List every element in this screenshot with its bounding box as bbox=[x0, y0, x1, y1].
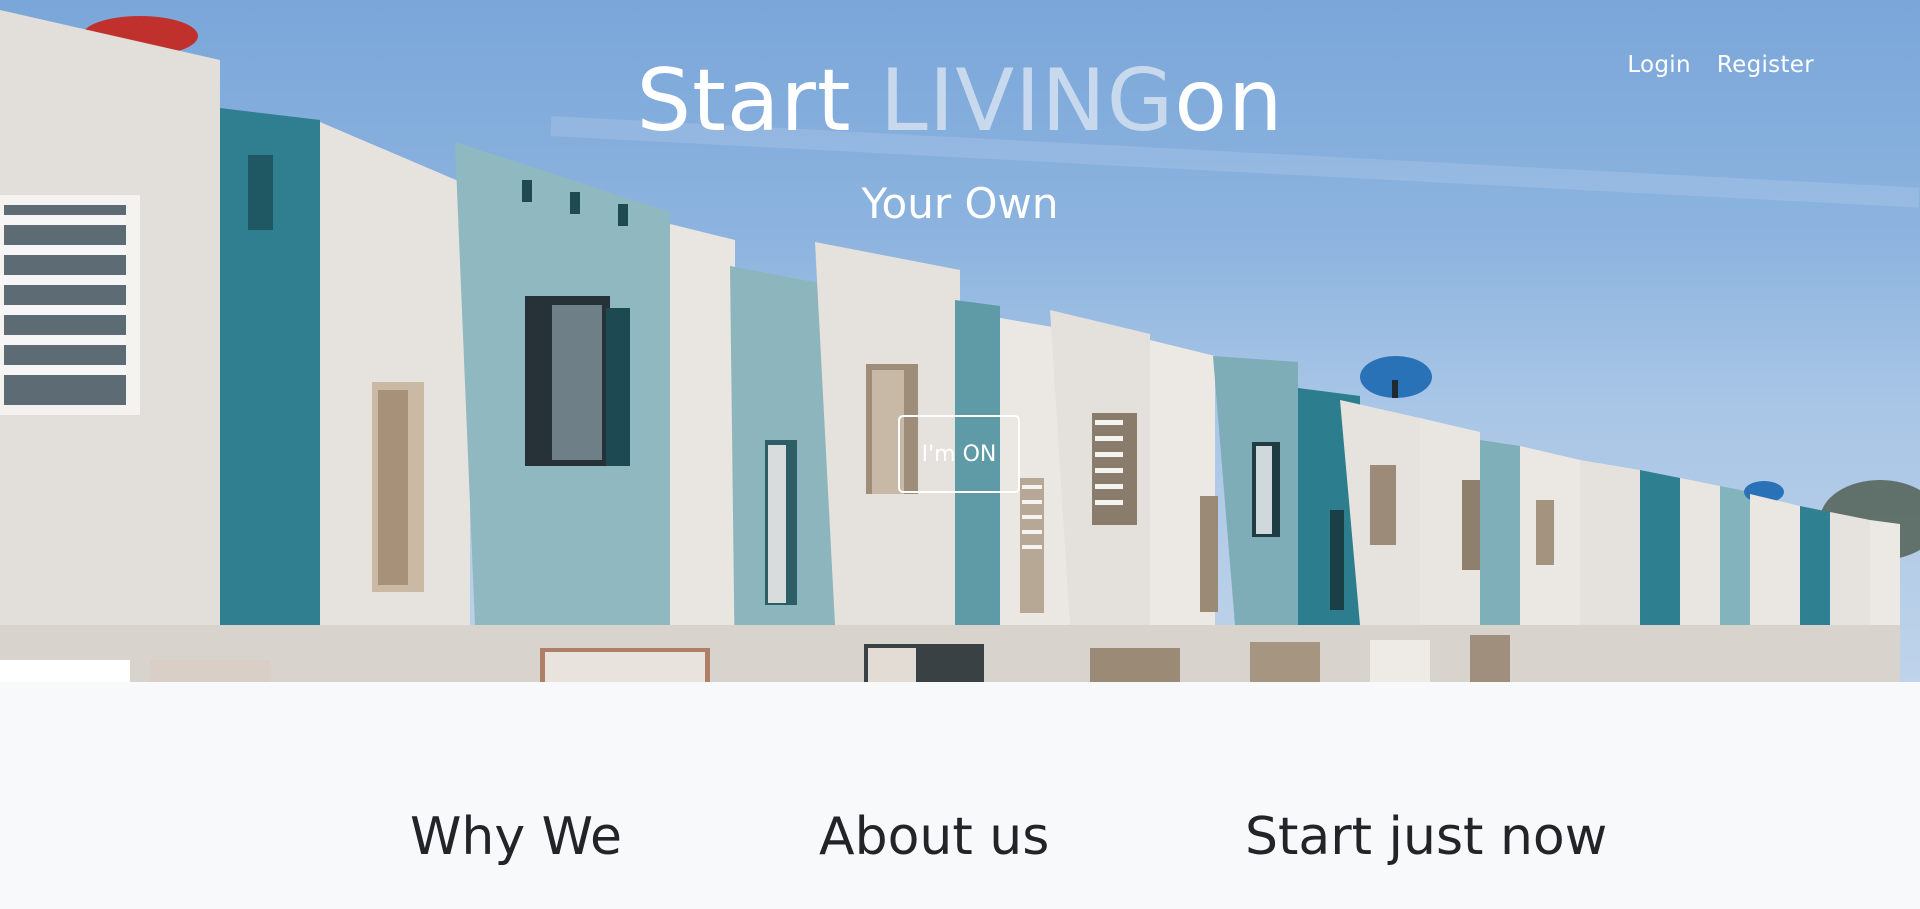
hero-title-end: on bbox=[1174, 51, 1284, 151]
hero-title: Start LIVINGon bbox=[0, 46, 1920, 156]
why-we-heading: Why We bbox=[410, 807, 623, 867]
hero-title-accent: LIVING bbox=[879, 51, 1175, 151]
hero-section: Login Register Start LIVINGon Your Own I… bbox=[0, 0, 1920, 682]
features-section: Why We About us Start just now bbox=[0, 682, 1920, 909]
start-just-now-heading: Start just now bbox=[1245, 807, 1608, 867]
about-us-heading: About us bbox=[819, 807, 1050, 867]
hero-subtitle: Your Own bbox=[861, 179, 1059, 228]
im-on-button[interactable]: I'm ON bbox=[898, 415, 1020, 493]
hero-title-start: Start bbox=[636, 51, 880, 151]
